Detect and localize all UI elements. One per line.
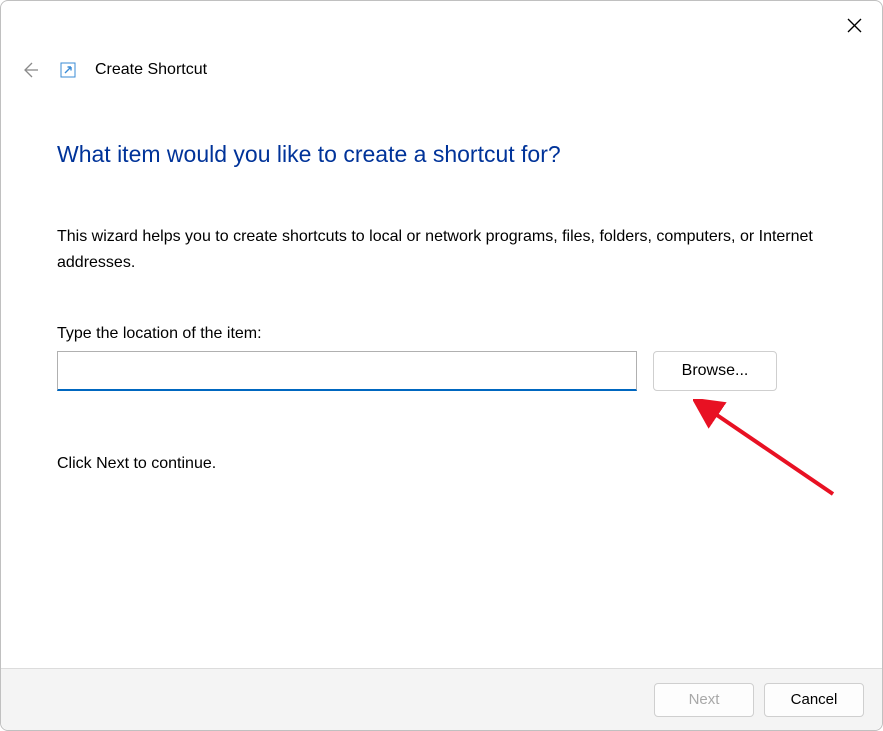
cancel-button[interactable]: Cancel [764,683,864,717]
close-button[interactable] [844,15,864,35]
close-icon [847,18,862,33]
wizard-title: Create Shortcut [95,61,207,79]
create-shortcut-wizard-window: Create Shortcut What item would you like… [0,0,883,731]
next-button: Next [654,683,754,717]
continue-hint: Click Next to continue. [57,455,826,473]
titlebar [1,1,882,51]
content-area: What item would you like to create a sho… [1,81,882,668]
location-input-label: Type the location of the item: [57,325,826,343]
browse-button[interactable]: Browse... [653,351,777,391]
back-button[interactable] [19,59,41,81]
shortcut-icon [59,61,77,79]
input-row: Browse... [57,351,826,391]
footer: Next Cancel [1,668,882,730]
wizard-description: This wizard helps you to create shortcut… [57,224,826,277]
header: Create Shortcut [1,51,882,81]
location-input[interactable] [57,351,637,391]
back-arrow-icon [20,60,40,80]
page-heading: What item would you like to create a sho… [57,141,826,168]
